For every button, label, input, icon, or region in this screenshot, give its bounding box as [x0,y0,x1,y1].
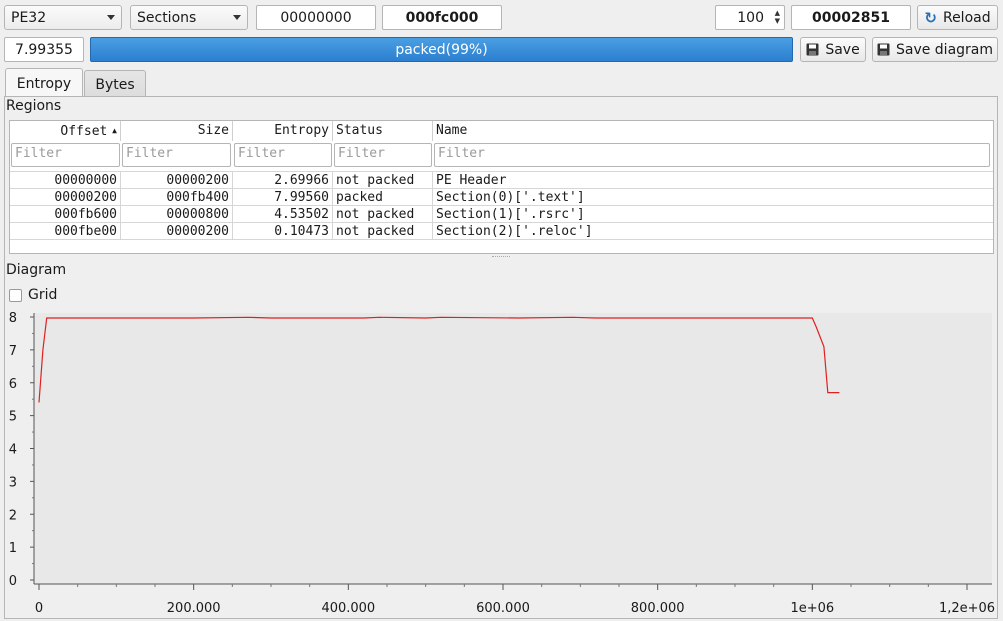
y-tick-label: 4 [9,443,17,458]
x-tick-label: 1e+06 [790,601,834,616]
y-tick-label: 1 [9,541,17,556]
y-tick-label: 8 [9,311,17,326]
y-tick-label: 2 [9,508,17,523]
x-tick-label: 600.000 [476,601,530,616]
x-tick-label: 200.000 [167,601,221,616]
y-tick-label: 3 [9,475,17,490]
x-tick-label: 1,2e+06 [939,601,995,616]
x-tick-label: 400.000 [321,601,375,616]
x-tick-label: 800.000 [631,601,685,616]
y-tick-label: 0 [9,574,17,589]
y-tick-label: 7 [9,344,17,359]
plot-area [34,313,992,584]
entropy-chart: 0 1 2 3 4 5 6 7 8 0 200.000 400.000 600.000 800.000 1e… [9,311,995,616]
x-tick-label: 0 [35,601,43,616]
y-tick-label: 5 [9,410,17,425]
y-tick-label: 6 [9,377,17,392]
